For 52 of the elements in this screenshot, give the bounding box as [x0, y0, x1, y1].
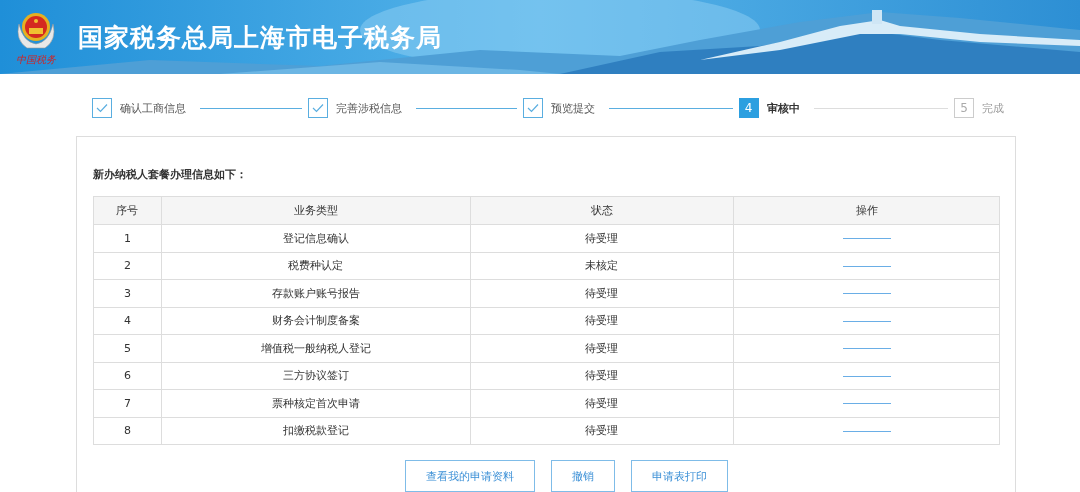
action-line: [842, 293, 891, 295]
column-header: 序号: [93, 196, 162, 225]
action-line: [842, 375, 891, 377]
action-line: [842, 403, 891, 405]
column-header: 状态: [470, 196, 734, 225]
table-cell: 待受理: [470, 279, 734, 307]
check-icon: [311, 103, 324, 113]
table-cell: 7: [93, 389, 162, 417]
table-cell: 8: [93, 417, 162, 445]
table-cell: 票种核定首次申请: [161, 389, 471, 417]
column-header: 操作: [733, 196, 1000, 225]
action-line: [842, 238, 891, 240]
action-line: [842, 320, 891, 322]
table-cell: 待受理: [470, 224, 734, 252]
step-label: 确认工商信息: [120, 100, 186, 116]
table-cell: 待受理: [470, 389, 734, 417]
table-cell: 财务会计制度备案: [161, 307, 471, 335]
table-cell: 1: [93, 224, 162, 252]
table-cell: 三方协议签订: [161, 362, 471, 390]
table-cell: 存款账户账号报告: [161, 279, 471, 307]
table-cell: 扣缴税款登记: [161, 417, 471, 445]
action-button[interactable]: 申请表打印: [630, 460, 728, 492]
table-cell: 3: [93, 279, 162, 307]
table-cell: 5: [93, 334, 162, 362]
step-label: 完成: [982, 100, 1004, 116]
column-header: 业务类型: [161, 196, 471, 225]
table-cell: 待受理: [470, 307, 734, 335]
table-cell: 待受理: [470, 362, 734, 390]
step-label: 完善涉税信息: [335, 100, 402, 116]
table-cell: 登记信息确认: [161, 224, 471, 252]
logo-caption: 中国税务: [16, 53, 56, 65]
step-number: 4: [738, 98, 759, 118]
table-cell: 税费种认定: [161, 252, 471, 280]
table-cell: 待受理: [470, 334, 734, 362]
check-icon: [527, 103, 539, 113]
action-line: [842, 430, 891, 432]
step-number: 5: [954, 98, 974, 118]
table-cell: 2: [93, 252, 162, 280]
action-button[interactable]: 撤销: [550, 460, 615, 492]
table-cell: 4: [93, 307, 162, 335]
step-label: 审核中: [766, 100, 800, 116]
table-cell: 6: [93, 362, 162, 390]
action-line: [842, 348, 891, 350]
table-cell: 未核定: [470, 252, 734, 280]
action-line: [842, 265, 891, 267]
check-icon: [96, 103, 108, 113]
step-label: 预览提交: [551, 100, 595, 116]
table-cell: 待受理: [470, 417, 734, 445]
table-cell: 增值税一般纳税人登记: [161, 334, 471, 362]
site-title: 国家税务总局上海市电子税务局: [78, 21, 442, 54]
intro-text: 新办纳税人套餐办理信息如下：: [93, 167, 248, 182]
action-button[interactable]: 查看我的申请资料: [404, 460, 535, 492]
